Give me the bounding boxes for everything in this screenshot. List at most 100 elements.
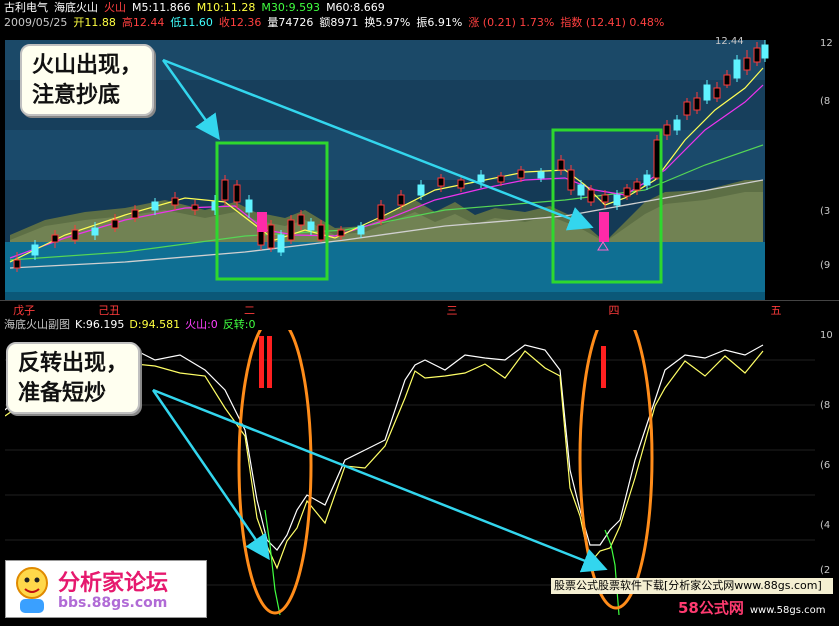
candle-body xyxy=(577,184,585,196)
callout-line: 准备短炒 xyxy=(18,380,107,406)
download-banner[interactable]: 股票公式股票软件下载[分析家公式网www.88gs.com] xyxy=(551,578,833,594)
candle-body xyxy=(733,59,741,79)
candle-body xyxy=(151,201,159,211)
candle-body xyxy=(221,179,229,201)
candle-body xyxy=(111,219,119,229)
candle-body xyxy=(743,57,751,71)
scale-label: (9 xyxy=(820,260,831,271)
time-axis-label: 五 xyxy=(770,304,782,317)
indicator-value-4: M10:11.28 xyxy=(196,1,256,14)
candle-body xyxy=(13,259,21,269)
indicator-row: 古利电气 海底火山 火山 M5:11.866 M10:11.28 M30:9.593 M60… xyxy=(4,1,391,14)
band-3 xyxy=(5,130,765,180)
callout-line: 反转出现， xyxy=(18,350,129,376)
reversal-bar xyxy=(259,336,264,388)
band-5 xyxy=(5,242,765,292)
scale-label: 12 xyxy=(820,38,833,49)
quote-value-4: 收12.36 xyxy=(218,16,262,29)
candle-body xyxy=(337,229,345,237)
stock-info-header: 古利电气 海底火山 火山 M5:11.866 M10:11.28 M30:9.593 M60… xyxy=(0,0,839,30)
volcano-marker xyxy=(257,212,267,232)
candle-body xyxy=(557,159,565,171)
quote-value-8: 振6.91% xyxy=(416,16,463,29)
candle-body xyxy=(317,224,325,241)
chart-window: 古利电气 海底火山 火山 M5:11.866 M10:11.28 M30:9.593 M60… xyxy=(0,0,839,626)
quote-value-6: 额8971 xyxy=(319,16,359,29)
forum-logo: 分析家论坛 bbs.88gs.com xyxy=(5,560,207,618)
watermark-url: www.58gs.com xyxy=(749,605,826,616)
candle-body xyxy=(497,175,505,183)
watermark-brand: 58公式网 xyxy=(678,599,744,617)
scale-label: (2 xyxy=(820,565,831,576)
quote-value-7: 换5.97% xyxy=(364,16,411,29)
reversal-bar xyxy=(267,336,272,388)
candle-body xyxy=(377,204,385,221)
cartoon-mascot-icon xyxy=(16,567,48,613)
candle-body xyxy=(71,229,79,241)
candle-body xyxy=(623,187,631,197)
price-high-label: 12.44 xyxy=(715,36,744,47)
candle-body xyxy=(537,171,545,179)
candle-body xyxy=(643,174,651,186)
scale-label: 10 xyxy=(820,330,833,341)
candle-body xyxy=(567,169,575,191)
candle-body xyxy=(417,184,425,196)
indicator-value-3: M5:11.866 xyxy=(132,1,191,14)
indicator-value-6: M60:8.669 xyxy=(326,1,385,14)
quote-value-5: 量74726 xyxy=(267,16,314,29)
volcano-marker xyxy=(599,212,609,242)
band-6 xyxy=(5,292,765,300)
candle-body xyxy=(437,177,445,187)
candle-body xyxy=(171,197,179,206)
quote-row: 2009/05/25 开11.88 高12.44 低11.60 收12.36 量74726… xyxy=(4,16,670,29)
candle-body xyxy=(601,194,609,203)
candle-body xyxy=(91,227,99,236)
callout-reversal: 反转出现， 准备短炒 xyxy=(6,342,141,414)
callout-volcano: 火山出现， 注意抄底 xyxy=(20,44,155,116)
candle-body xyxy=(723,74,731,86)
candle-body xyxy=(517,169,525,179)
callout-line: 火山出现， xyxy=(32,52,143,78)
callout-reversal-text: 反转出现， 准备短炒 xyxy=(18,348,128,408)
candle-body xyxy=(673,119,681,131)
callout-volcano-text: 火山出现， 注意抄底 xyxy=(32,50,142,110)
candle-body xyxy=(457,179,465,189)
scale-label: (6 xyxy=(820,460,831,471)
candle-body xyxy=(761,44,769,59)
quote-value-9: 涨 (0.21) 1.73% xyxy=(468,16,555,29)
scale-label: (3 xyxy=(820,206,831,217)
quote-value-10: 指数 (12.41) 0.48% xyxy=(560,16,665,29)
forum-logo-url: bbs.88gs.com xyxy=(58,595,168,611)
candle-body xyxy=(653,139,661,179)
time-axis: 戊子 己丑二三四五 xyxy=(0,300,839,317)
candle-body xyxy=(753,47,761,63)
candle-body xyxy=(307,221,315,231)
reversal-bar xyxy=(601,346,606,388)
candle-body xyxy=(703,84,711,101)
candle-body xyxy=(131,209,139,219)
candle-body xyxy=(477,174,485,183)
scale-label: (8 xyxy=(820,400,831,411)
candle-body xyxy=(31,244,39,256)
candle-body xyxy=(357,225,365,235)
indicator-value-1: 海底火山 xyxy=(54,1,98,14)
candle-body xyxy=(233,184,241,203)
sub-chart-header: 海底火山副图 K:96.195 D:94.581 火山:0 反转:0 xyxy=(4,316,261,331)
callout-line: 注意抄底 xyxy=(32,82,121,108)
indicator-value-2: 火山 xyxy=(104,1,126,14)
candle-body xyxy=(51,234,59,243)
time-axis-label: 四 xyxy=(608,304,620,317)
candle-body xyxy=(683,101,691,116)
candle-body xyxy=(663,124,671,136)
quote-value-2: 高12.44 xyxy=(121,16,165,29)
indicator-value-5: M30:9.593 xyxy=(261,1,321,14)
candle-body xyxy=(277,234,285,253)
candle-body xyxy=(267,224,275,249)
candle-body xyxy=(633,181,641,191)
scale-label: (4 xyxy=(820,520,831,531)
watermark: 58公式网 www.58gs.com xyxy=(678,597,838,617)
candle-body xyxy=(245,199,253,213)
quote-value-0: 2009/05/25 xyxy=(4,16,68,29)
candle-body xyxy=(297,214,305,226)
scale-label: (8 xyxy=(820,96,831,107)
